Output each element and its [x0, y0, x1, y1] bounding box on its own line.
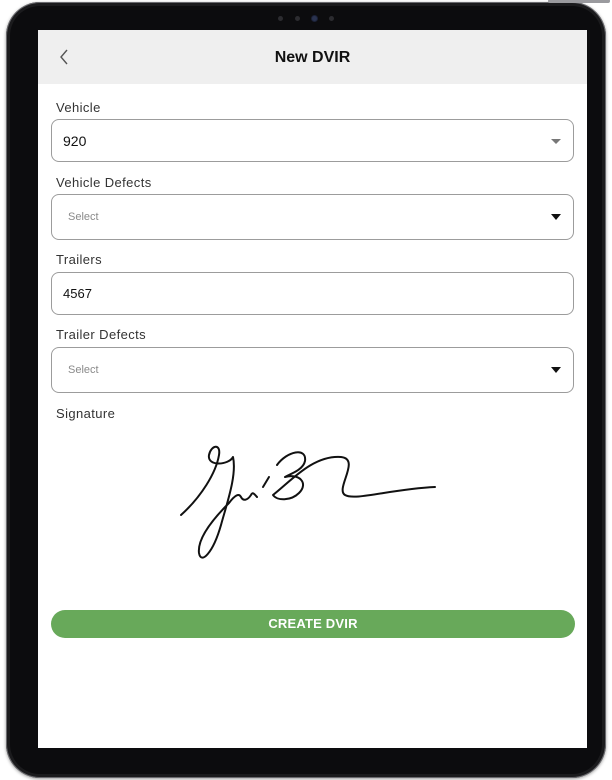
sensor-dot [329, 15, 334, 21]
vehicle-defects-placeholder: Select [68, 211, 99, 223]
trailer-defects-select[interactable]: Select [51, 347, 574, 393]
signature-stroke [180, 445, 436, 559]
dropdown-arrow-icon [551, 214, 561, 220]
vehicle-label: Vehicle [56, 100, 101, 115]
trailers-label: Trailers [56, 252, 103, 267]
bottom-bezel [38, 748, 587, 758]
trailers-input[interactable]: 4567 [51, 272, 574, 315]
dropdown-arrow-icon [551, 139, 561, 144]
signature-pad[interactable] [51, 425, 574, 595]
vehicle-value: 920 [63, 133, 87, 149]
page-title: New DVIR [274, 49, 351, 66]
camera-bar [10, 12, 602, 24]
trailers-value: 4567 [63, 286, 92, 301]
camera-lens [312, 15, 317, 21]
vehicle-defects-label: Vehicle Defects [56, 175, 152, 190]
trailer-defects-label: Trailer Defects [56, 327, 147, 342]
vehicle-select[interactable]: 920 [51, 119, 574, 162]
signature-label: Signature [56, 406, 116, 421]
trailer-defects-placeholder: Select [68, 364, 99, 376]
sensor-dot [295, 15, 300, 21]
app-screen: New DVIR Vehicle 920 Vehicle Defects Sel… [38, 30, 587, 748]
dropdown-arrow-icon [551, 367, 561, 373]
navigation-bar: New DVIR [38, 30, 587, 84]
power-button [548, 0, 610, 3]
sensor-dot [278, 15, 283, 21]
create-dvir-button[interactable]: CREATE DVIR [51, 610, 575, 638]
vehicle-defects-select[interactable]: Select [51, 194, 574, 240]
